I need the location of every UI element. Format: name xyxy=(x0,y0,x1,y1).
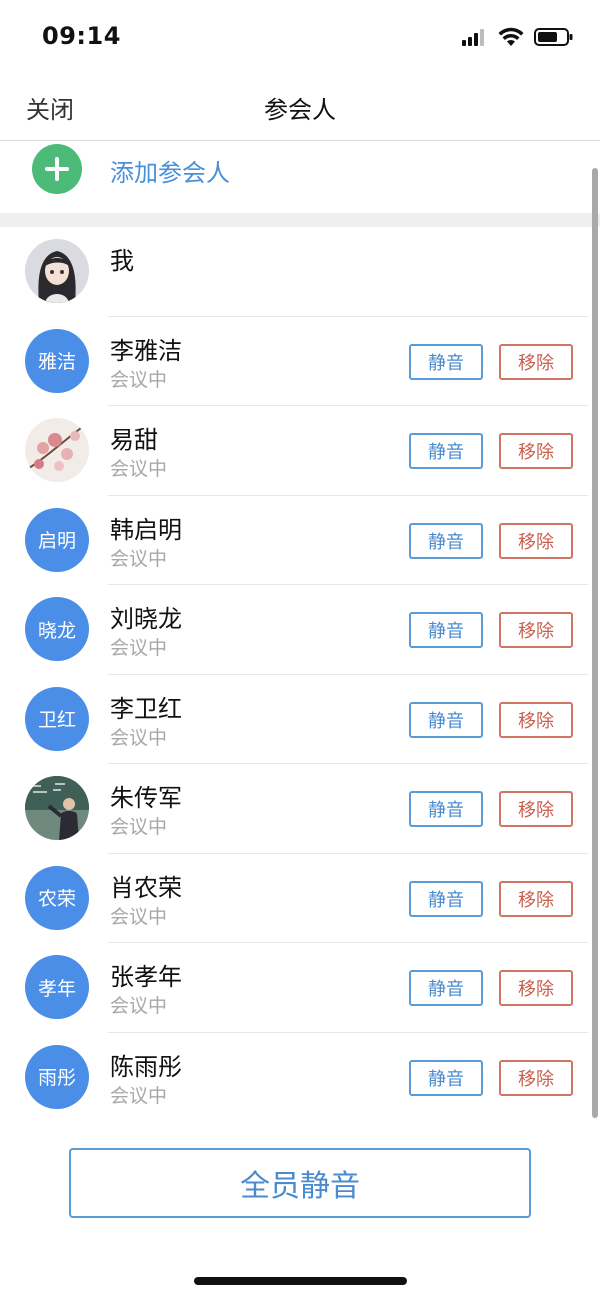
teacher-avatar xyxy=(25,776,89,840)
remove-button[interactable]: 移除 xyxy=(499,433,573,469)
anime-girl-avatar xyxy=(25,239,89,303)
participants-screen: 09:14 关闭 参会人 添加参会人 我 雅洁 李雅洁 会议中 静音 移除 易甜… xyxy=(0,0,600,1299)
participant-status: 会议中 xyxy=(110,1084,168,1107)
participant-status: 会议中 xyxy=(110,816,168,838)
remove-button[interactable]: 移除 xyxy=(499,970,573,1006)
mute-button[interactable]: 静音 xyxy=(409,343,483,380)
remove-button[interactable]: 移除 xyxy=(499,880,573,917)
participant-name: 张孝年 xyxy=(110,963,182,991)
participant-status: 会议中 xyxy=(110,995,168,1017)
participant-name: 李雅洁 xyxy=(110,336,182,365)
home-indicator[interactable] xyxy=(194,1277,407,1285)
mute-button[interactable]: 静音 xyxy=(409,791,483,827)
avatar: 晓龙 xyxy=(25,597,89,661)
remove-button[interactable]: 移除 xyxy=(499,343,573,380)
participant-name: 易甜 xyxy=(110,426,158,454)
wifi-icon xyxy=(498,27,524,46)
participant-status: 会议中 xyxy=(110,905,168,928)
participant-row[interactable]: 雨彤 陈雨彤会议中 静音 移除 xyxy=(0,1033,600,1123)
avatar: 雨彤 xyxy=(25,1044,89,1109)
remove-button[interactable]: 移除 xyxy=(499,522,573,559)
avatar: 启明 xyxy=(25,507,89,572)
participant-row[interactable]: 我 xyxy=(0,227,600,317)
avatar: 雅洁 xyxy=(25,328,89,393)
mute-button[interactable]: 静音 xyxy=(409,433,483,469)
signal-icon xyxy=(462,29,484,46)
participant-row[interactable]: 农荣 肖农荣会议中 静音 移除 xyxy=(0,854,600,943)
participant-status: 会议中 xyxy=(110,637,168,659)
participant-name: 我 xyxy=(110,247,134,275)
add-participant-row[interactable]: 添加参会人 xyxy=(0,141,600,213)
mute-all-button[interactable]: 全员静音 xyxy=(69,1148,531,1218)
participant-name: 刘晓龙 xyxy=(110,605,182,633)
participant-name: 肖农荣 xyxy=(110,873,182,902)
mute-button[interactable]: 静音 xyxy=(409,880,483,917)
avatar: 卫红 xyxy=(25,686,89,751)
avatar: 孝年 xyxy=(25,955,89,1019)
mute-button[interactable]: 静音 xyxy=(409,522,483,559)
participant-name: 韩启明 xyxy=(110,515,182,544)
battery-icon xyxy=(534,28,573,46)
plus-circle-icon[interactable] xyxy=(32,144,82,194)
participant-name: 李卫红 xyxy=(110,694,182,723)
status-bar: 09:14 xyxy=(0,0,600,70)
remove-button[interactable]: 移除 xyxy=(499,612,573,648)
remove-button[interactable]: 移除 xyxy=(499,791,573,827)
flower-avatar xyxy=(25,418,89,482)
participant-row[interactable]: 晓龙 刘晓龙会议中 静音 移除 xyxy=(0,585,600,675)
mute-button[interactable]: 静音 xyxy=(409,612,483,648)
participant-row[interactable]: 启明 韩启明会议中 静音 移除 xyxy=(0,496,600,585)
mute-button[interactable]: 静音 xyxy=(409,1059,483,1096)
participant-name: 朱传军 xyxy=(110,784,182,812)
status-icons xyxy=(462,26,574,48)
participant-row[interactable]: 易甜会议中 静音 移除 xyxy=(0,406,600,496)
remove-button[interactable]: 移除 xyxy=(499,1059,573,1096)
participant-row[interactable]: 朱传军会议中 静音 移除 xyxy=(0,764,600,854)
avatar: 农荣 xyxy=(25,865,89,930)
participant-status: 会议中 xyxy=(110,547,168,570)
participant-status: 会议中 xyxy=(110,458,168,480)
remove-button[interactable]: 移除 xyxy=(499,701,573,738)
participant-list: 我雅洁 李雅洁 会议中 静音 移除 易甜 会议中 静音 移除 启明 韩启明 会议中 静音 移除 晓龙 刘晓龙会… xyxy=(0,227,600,1122)
participant-name: 陈雨彤 xyxy=(110,1052,182,1081)
status-time: 09:14 xyxy=(42,22,121,50)
page-title: 参会人 xyxy=(264,96,336,124)
participant-row[interactable]: 孝年 张孝年会议中 静音 移除 xyxy=(0,943,600,1033)
participant-status: 会议中 xyxy=(110,726,168,749)
nav-bar: 关闭 参会人 xyxy=(0,70,600,141)
participant-status: 会议中 xyxy=(110,368,168,391)
mute-button[interactable]: 静音 xyxy=(409,970,483,1006)
section-divider xyxy=(0,213,600,227)
scrollbar[interactable] xyxy=(592,168,598,1118)
participant-row[interactable]: 雅洁 李雅洁会议中 静音 移除 xyxy=(0,317,600,406)
mute-button[interactable]: 静音 xyxy=(409,701,483,738)
participant-row[interactable]: 卫红 李卫红会议中 静音 移除 xyxy=(0,675,600,764)
add-participant-label[interactable]: 添加参会人 xyxy=(110,153,230,188)
